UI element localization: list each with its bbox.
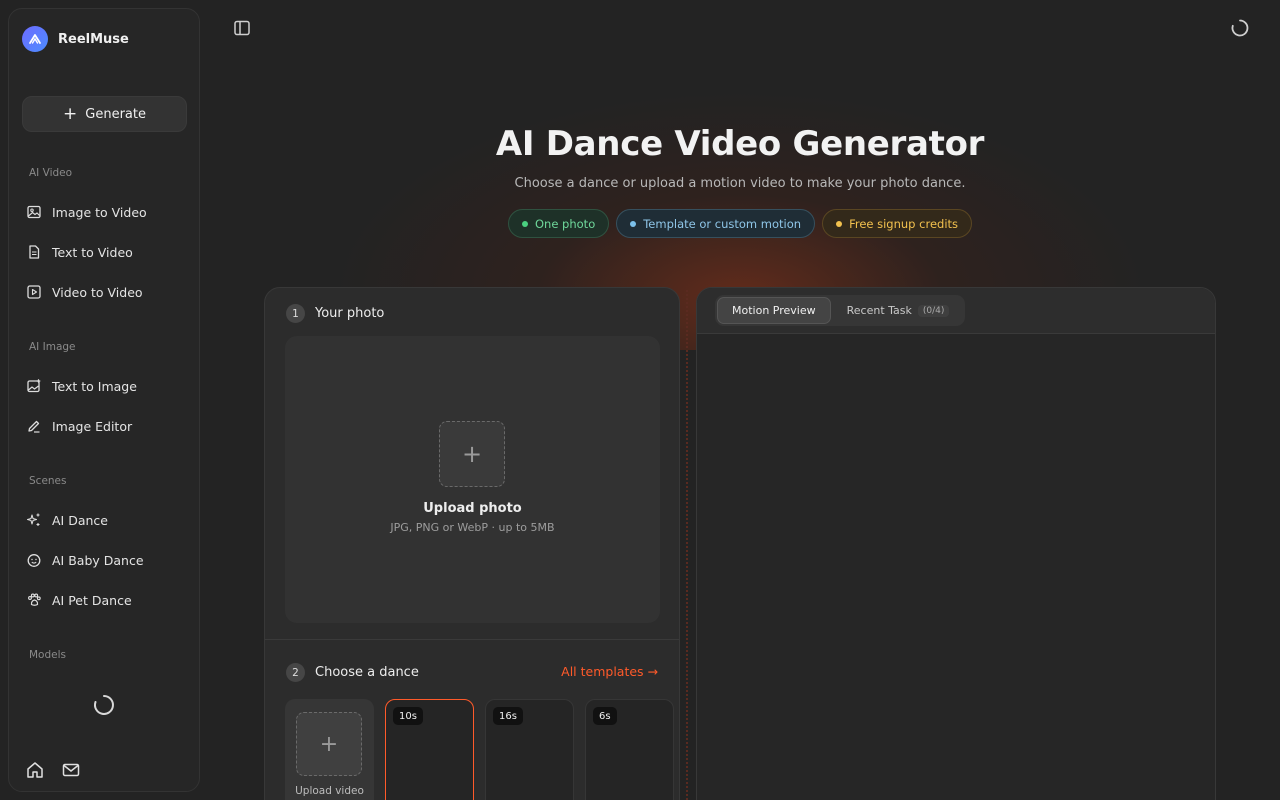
divider bbox=[265, 639, 679, 640]
chip-template-or-custom-motion: Template or custom motion bbox=[616, 209, 816, 238]
document-icon bbox=[29, 245, 40, 259]
page-title: AI Dance Video Generator bbox=[495, 124, 985, 164]
logo-peak-icon bbox=[22, 26, 48, 52]
duration-badge: 16s bbox=[493, 707, 523, 725]
step-title: Your photo bbox=[315, 306, 385, 321]
section-label-ai-image: AI Image bbox=[29, 341, 76, 353]
chip-label: One photo bbox=[534, 216, 596, 231]
sidebar-item-label: Text to Video bbox=[52, 244, 133, 260]
photo-drop-zone[interactable]: + Upload photo JPG, PNG or WebP · up to … bbox=[285, 336, 660, 623]
chip-label: Free signup credits bbox=[849, 216, 959, 231]
step1-header: 1 Your photo bbox=[286, 304, 384, 323]
home-icon[interactable] bbox=[25, 760, 45, 780]
chip-free-signup-credits: Free signup credits bbox=[822, 209, 973, 238]
dot-icon bbox=[836, 220, 843, 227]
preview-card: Motion Preview Recent Task (0/4) bbox=[696, 287, 1216, 800]
feature-chips: One photo Template or custom motion Free… bbox=[0, 209, 1280, 238]
pencil-icon bbox=[28, 420, 40, 433]
sparkles-icon bbox=[26, 513, 40, 526]
plus-icon: + bbox=[439, 421, 505, 487]
sidebar-item-ai-dance[interactable]: AI Dance bbox=[19, 504, 191, 536]
dot-icon bbox=[630, 220, 637, 227]
sidebar-item-label: AI Dance bbox=[52, 512, 108, 528]
preview-tabs: Motion Preview Recent Task (0/4) bbox=[715, 295, 966, 326]
upload-photo-title: Upload photo bbox=[423, 501, 522, 516]
sidebar-item-label: Text to Image bbox=[52, 378, 137, 394]
step-title: Choose a dance bbox=[315, 665, 419, 680]
smile-icon bbox=[27, 554, 41, 567]
sidebar-item-text-to-video[interactable]: Text to Video bbox=[19, 236, 191, 268]
loading-spinner-icon bbox=[1231, 19, 1249, 37]
upload-video-tile[interactable]: + Upload video bbox=[285, 699, 374, 800]
generate-label: Generate bbox=[85, 106, 146, 122]
dance-template-tile[interactable]: 10s bbox=[385, 699, 474, 800]
duration-badge: 10s bbox=[393, 707, 423, 725]
chip-one-photo: One photo bbox=[507, 209, 610, 238]
paw-icon bbox=[28, 593, 41, 606]
sidebar-item-label: Image Editor bbox=[52, 418, 133, 434]
mail-icon[interactable] bbox=[61, 760, 81, 780]
brand-name: ReelMuse bbox=[58, 31, 129, 47]
sidebar-item-text-to-image[interactable]: Text to Image bbox=[19, 370, 191, 402]
tab-label: Motion Preview bbox=[732, 304, 816, 317]
task-count-badge: (0/4) bbox=[917, 304, 950, 317]
plus-icon: + bbox=[296, 712, 362, 776]
step-number: 1 bbox=[286, 304, 305, 323]
sidebar-item-ai-baby-dance[interactable]: AI Baby Dance bbox=[19, 544, 191, 576]
dance-template-row: + Upload video 10s 16s 6s bbox=[285, 699, 674, 800]
chip-label: Template or custom motion bbox=[643, 216, 802, 231]
sidebar-item-label: AI Pet Dance bbox=[52, 592, 132, 608]
app-root: ReelMuse + Generate AI Video Image to Vi… bbox=[0, 0, 1280, 800]
tab-recent-task[interactable]: Recent Task (0/4) bbox=[833, 297, 964, 324]
duration-badge: 6s bbox=[593, 707, 617, 725]
sidebar-item-ai-pet-dance[interactable]: AI Pet Dance bbox=[19, 584, 191, 616]
loading-spinner-icon bbox=[94, 695, 114, 715]
sidebar-item-video-to-video[interactable]: Video to Video bbox=[19, 276, 191, 308]
sidebar-item-label: Video to Video bbox=[52, 284, 143, 300]
tab-label: Recent Task bbox=[846, 304, 912, 317]
upload-video-label: Upload video bbox=[295, 785, 364, 797]
sidebar-toggle-icon[interactable] bbox=[232, 18, 252, 38]
brand[interactable]: ReelMuse bbox=[22, 26, 129, 52]
dance-template-tile[interactable]: 6s bbox=[585, 699, 674, 800]
dotted-separator bbox=[686, 290, 688, 800]
input-card: 1 Your photo + Upload photo JPG, PNG or … bbox=[264, 287, 680, 800]
section-label-scenes: Scenes bbox=[29, 475, 67, 487]
tab-motion-preview[interactable]: Motion Preview bbox=[717, 297, 831, 324]
sidebar-item-image-editor[interactable]: Image Editor bbox=[19, 410, 191, 442]
step-number: 2 bbox=[286, 663, 305, 682]
section-label-models: Models bbox=[29, 649, 66, 661]
plus-icon: + bbox=[63, 103, 78, 124]
all-templates-link[interactable]: All templates → bbox=[561, 664, 658, 679]
sidebar: ReelMuse + Generate AI Video Image to Vi… bbox=[8, 8, 200, 792]
sidebar-item-label: AI Baby Dance bbox=[52, 552, 144, 568]
step2-header: 2 Choose a dance bbox=[286, 663, 419, 682]
preview-header: Motion Preview Recent Task (0/4) bbox=[697, 288, 1215, 334]
dance-template-tile[interactable]: 16s bbox=[485, 699, 574, 800]
generate-button[interactable]: + Generate bbox=[22, 96, 187, 132]
section-label-ai-video: AI Video bbox=[29, 167, 73, 179]
page-subtitle: Choose a dance or upload a motion video … bbox=[514, 176, 966, 191]
upload-photo-hint: JPG, PNG or WebP · up to 5MB bbox=[390, 521, 555, 534]
dot-icon bbox=[521, 220, 528, 227]
image-plus-icon bbox=[27, 379, 41, 393]
play-square-icon bbox=[27, 285, 41, 299]
